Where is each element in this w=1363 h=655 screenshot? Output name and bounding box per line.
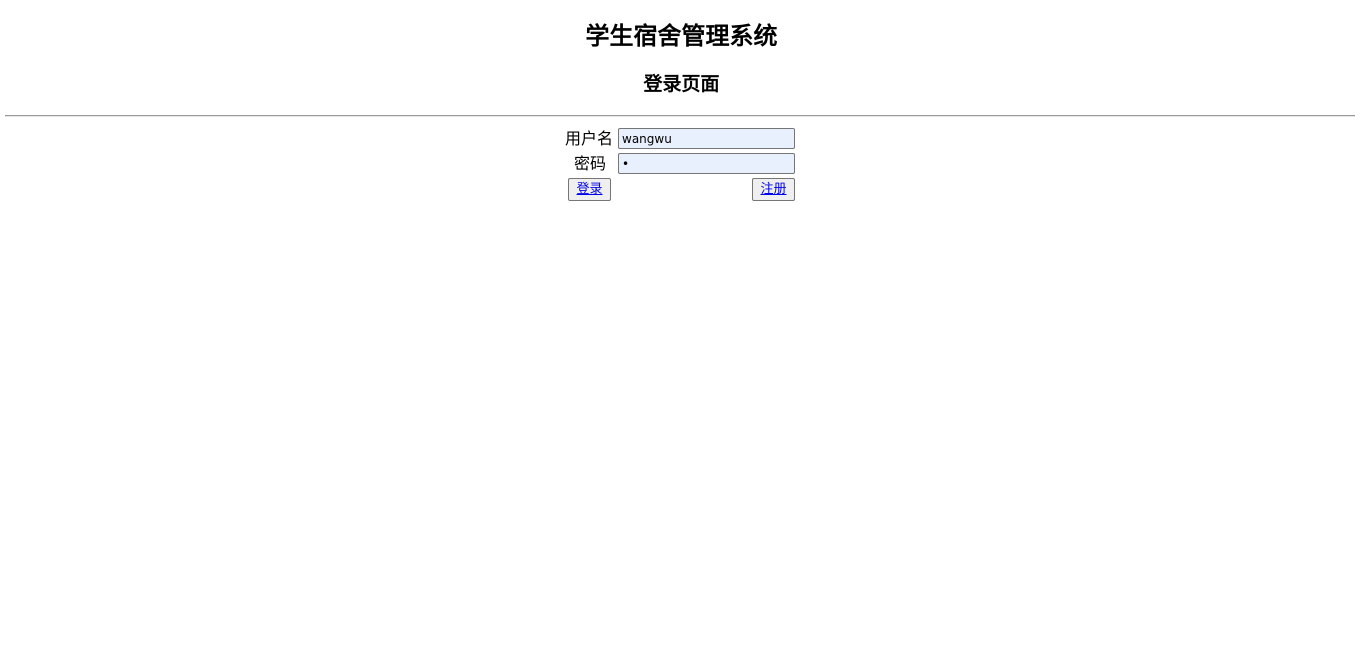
- login-link[interactable]: 登录: [576, 182, 602, 197]
- page-title: 学生宿舍管理系统: [585, 22, 778, 50]
- horizontal-divider: [5, 115, 1355, 117]
- username-input[interactable]: [618, 128, 795, 149]
- login-page: 学生宿舍管理系统 登录页面 用户名 密码 登录 注册: [0, 0, 1363, 655]
- password-input[interactable]: [618, 153, 795, 174]
- login-button[interactable]: 登录: [568, 178, 611, 201]
- page-subtitle: 登录页面: [643, 73, 720, 95]
- register-button[interactable]: 注册: [752, 178, 795, 201]
- password-label: 密码: [573, 154, 606, 173]
- username-label: 用户名: [564, 129, 613, 148]
- register-link[interactable]: 注册: [760, 182, 786, 197]
